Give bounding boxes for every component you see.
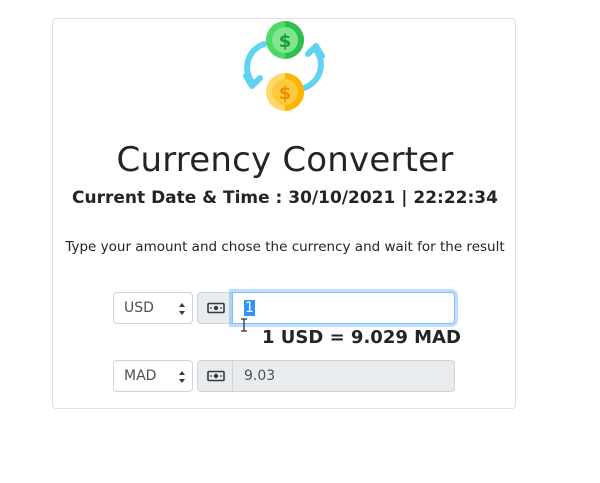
from-currency-select[interactable]: USD (113, 292, 193, 324)
svg-text:$: $ (279, 31, 292, 52)
current-datetime: Current Date & Time : 30/10/2021 | 22:22… (72, 188, 498, 208)
from-currency-value: USD (124, 300, 154, 316)
sort-arrows-icon (179, 303, 185, 315)
result-field: 9.03 (232, 360, 455, 392)
to-currency-value: MAD (124, 368, 157, 384)
svg-text:$: $ (279, 83, 292, 104)
sort-arrows-icon (179, 371, 185, 383)
amount-input[interactable]: 1 (232, 292, 455, 324)
result-value: 9.03 (244, 368, 276, 384)
currency-exchange-icon: $ $ (243, 21, 325, 111)
instruction-text: Type your amount and chose the currency … (65, 239, 505, 255)
to-money-addon (197, 360, 233, 392)
money-bill-icon (207, 302, 225, 314)
to-currency-select[interactable]: MAD (113, 360, 193, 392)
from-money-addon (197, 292, 233, 324)
amount-value: 1 (244, 300, 255, 316)
page-title: Currency Converter (116, 140, 454, 180)
exchange-rate-text: 1 USD = 9.029 MAD (262, 327, 461, 348)
money-bill-icon (207, 370, 225, 382)
text-cursor-icon (241, 318, 247, 332)
